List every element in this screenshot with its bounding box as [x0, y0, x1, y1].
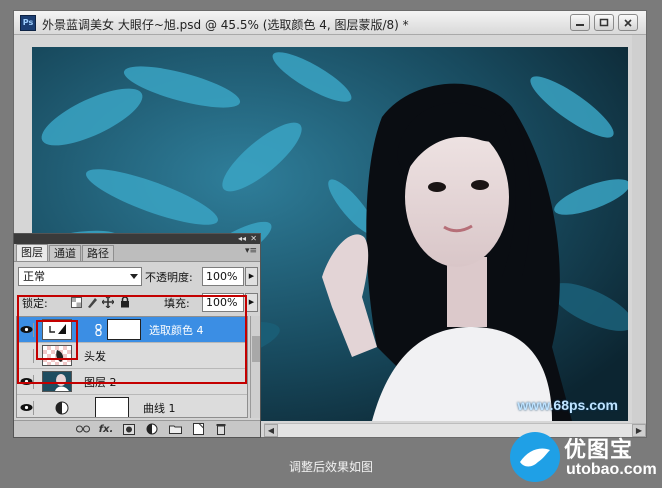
document-titlebar[interactable]: Ps 外景蓝调美女 大眼仔~旭.psd @ 45.5% (选取颜色 4, 图层蒙…	[14, 11, 646, 35]
maximize-button[interactable]	[594, 14, 614, 31]
document-title: 外景蓝调美女 大眼仔~旭.psd @ 45.5% (选取颜色 4, 图层蒙版/8…	[42, 18, 409, 32]
opacity-slider-toggle[interactable]: ▶	[245, 267, 258, 286]
window-controls	[570, 14, 638, 31]
minimize-icon	[576, 23, 584, 26]
layer-style-fx-icon[interactable]: fx.	[99, 423, 114, 436]
site-logo: 优图宝 utobao.com	[510, 432, 660, 486]
layer-mask-thumbnail[interactable]	[95, 397, 129, 417]
panel-tabs: 图层 通道 路径 ▾≡	[14, 244, 260, 262]
layers-scrollbar[interactable]	[250, 316, 260, 418]
curves-adjustment-icon[interactable]	[55, 401, 69, 417]
photoshop-app-icon: Ps	[20, 15, 36, 31]
add-mask-icon[interactable]	[122, 423, 136, 436]
photo-watermark: www.68ps.com	[517, 397, 618, 413]
visibility-eye-icon[interactable]	[20, 401, 34, 415]
new-layer-icon[interactable]	[191, 423, 205, 436]
close-button[interactable]	[618, 14, 638, 31]
chevron-down-icon	[130, 274, 138, 279]
blend-mode-value: 正常	[23, 270, 45, 283]
blend-opacity-row: 正常 不透明度: 100% ▶	[18, 267, 258, 287]
tab-channels[interactable]: 通道	[49, 245, 81, 261]
layer-name[interactable]: 曲线 1	[143, 400, 176, 416]
vertical-scrollbar[interactable]	[632, 35, 646, 423]
layers-bottom-toolbar: fx.	[14, 420, 260, 437]
layer-row[interactable]: 曲线 1	[17, 395, 247, 417]
delete-layer-trash-icon[interactable]	[214, 423, 228, 436]
collapse-panel-icon[interactable]: ◂◂	[238, 234, 246, 244]
restore-icon	[599, 18, 609, 26]
close-icon	[624, 18, 632, 27]
tab-layers[interactable]: 图层	[16, 244, 48, 261]
opacity-input[interactable]: 100%	[202, 267, 244, 286]
new-group-folder-icon[interactable]	[168, 423, 182, 436]
link-layers-icon[interactable]	[76, 423, 90, 436]
minimize-button[interactable]	[570, 14, 590, 31]
scrollbar-thumb[interactable]	[252, 336, 260, 362]
opacity-label: 不透明度:	[145, 271, 193, 284]
new-adjustment-layer-icon[interactable]	[145, 423, 159, 436]
logo-domain: utobao.com	[566, 461, 657, 478]
tab-paths[interactable]: 路径	[82, 245, 114, 261]
close-panel-icon[interactable]: ✕	[250, 234, 257, 244]
blend-mode-select[interactable]: 正常	[18, 267, 142, 286]
scroll-left-arrow-icon[interactable]: ◀	[264, 424, 278, 437]
annotation-highlight-box-small	[36, 320, 78, 360]
bird-logo-icon	[510, 432, 560, 482]
panel-menu-icon[interactable]: ▾≡	[245, 246, 257, 256]
panel-header[interactable]: ◂◂ ✕	[14, 234, 260, 244]
logo-name: 优图宝	[564, 438, 634, 463]
